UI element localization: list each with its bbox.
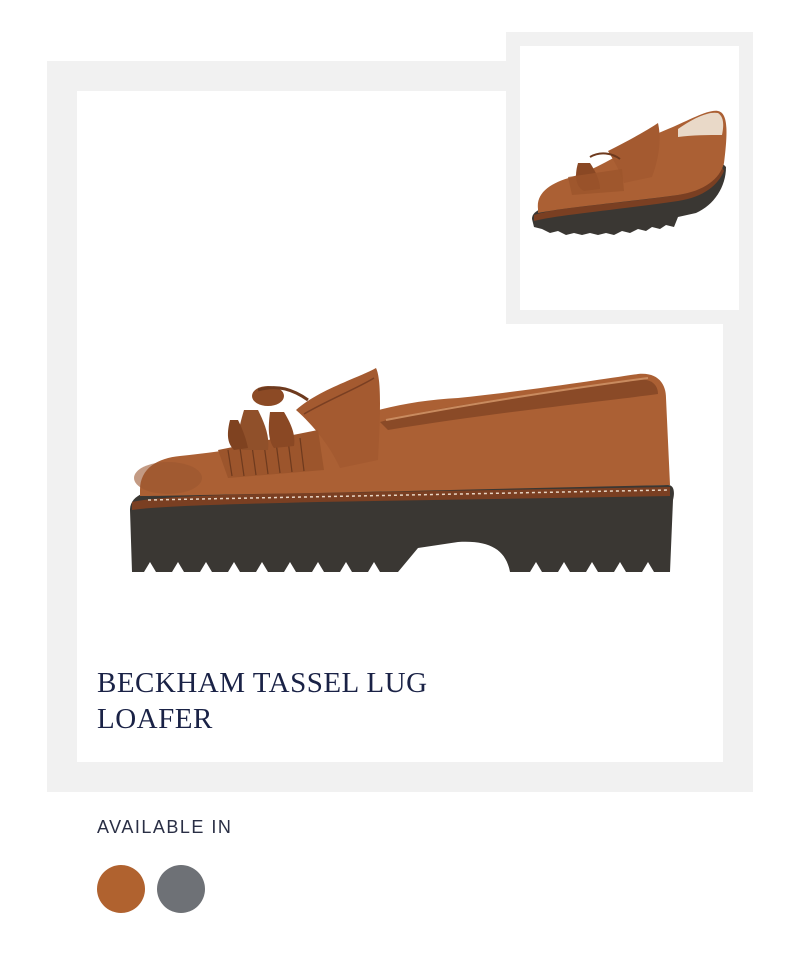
color-swatch-brown[interactable] xyxy=(97,865,145,913)
color-swatch-grey[interactable] xyxy=(157,865,205,913)
main-product-image[interactable] xyxy=(118,350,686,590)
available-in-label: AVAILABLE IN xyxy=(97,817,233,837)
thumbnail-product-image xyxy=(532,110,727,235)
product-title: BECKHAM TASSEL LUG LOAFER xyxy=(97,667,428,735)
thumbnail-image[interactable] xyxy=(520,46,739,310)
